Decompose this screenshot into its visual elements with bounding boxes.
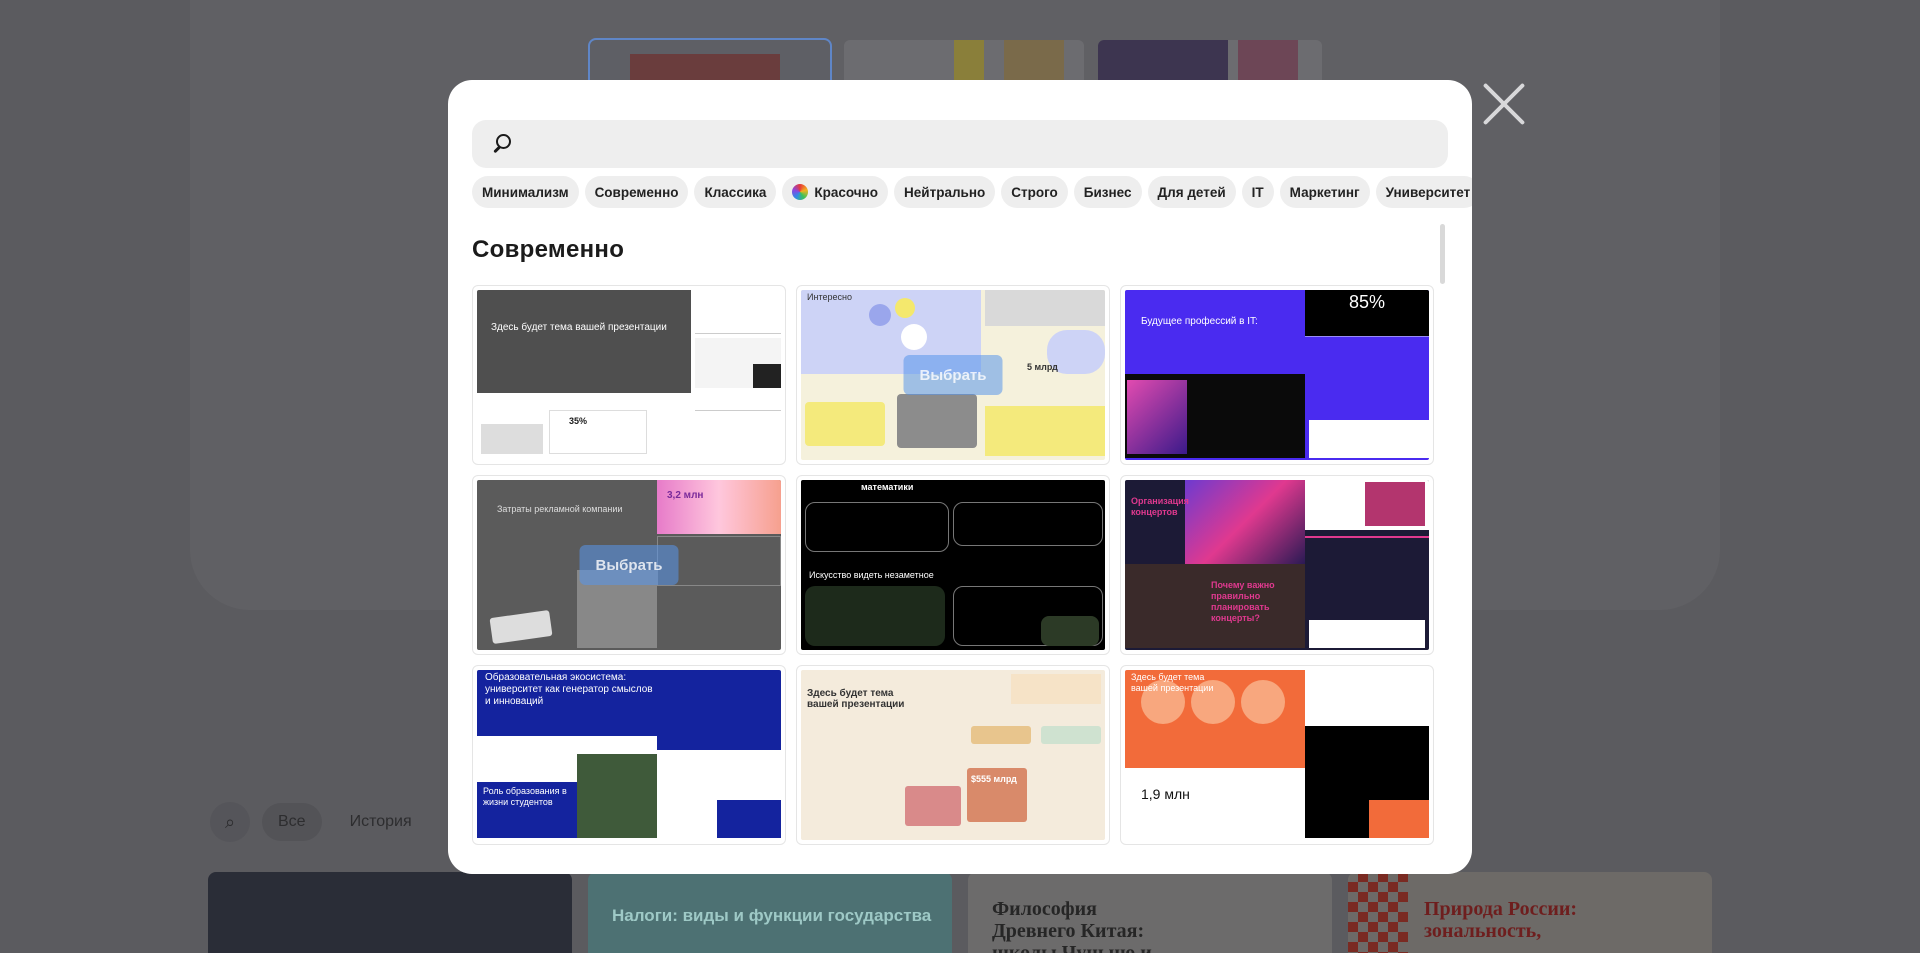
background-presentation-card: Природа России: зональность, [1348, 872, 1712, 953]
choose-template-button[interactable]: Выбрать [579, 545, 679, 585]
template-card[interactable]: математики Искусство видеть незаметное [796, 475, 1110, 655]
chip-colorful[interactable]: Красочно [782, 176, 889, 208]
template-stat: Роль образования в жизни студентов [483, 786, 567, 807]
template-stat: 1,9 млн [1141, 786, 1190, 802]
template-stat: 35% [569, 416, 588, 426]
template-title: Здесь будет тема вашей презентации [807, 688, 905, 710]
template-title: Затраты рекламной компании [497, 504, 623, 514]
template-thumbnail: Организация концертов Почему важно прави… [1125, 480, 1429, 650]
search-input[interactable] [514, 120, 1448, 168]
search-bar [472, 120, 1448, 168]
template-thumbnail: математики Искусство видеть незаметное [801, 480, 1105, 650]
background-presentation-card: Налоги: виды и функции государства [588, 872, 952, 953]
chip-classic[interactable]: Классика [694, 176, 777, 208]
template-stat: 3,2 млн [667, 490, 704, 501]
template-title: Здесь будет тема вашей презентации [491, 322, 667, 333]
search-icon [492, 133, 514, 155]
background-presentation-card [208, 872, 572, 953]
template-title: математики [861, 482, 914, 492]
template-stat: 5 млрд [1027, 362, 1058, 372]
template-card[interactable]: Затраты рекламной компании 3,2 млн Выбра… [472, 475, 786, 655]
background-presentation-card: Философия Древнего Китая: школы Чуньцю и [968, 872, 1332, 953]
template-stat: $555 млрд [971, 774, 1017, 784]
color-wheel-icon [792, 184, 809, 200]
checker-pattern [1348, 872, 1408, 953]
scrollbar-thumb[interactable] [1440, 224, 1445, 284]
chip-kids[interactable]: Для детей [1147, 176, 1236, 208]
template-stat: Искусство видеть незаметное [809, 570, 934, 580]
background-presentation-list: Налоги: виды и функции государства Филос… [208, 872, 1712, 953]
background-card-title: Природа России: зональность, [1424, 898, 1578, 942]
template-thumbnail: Интересно 5 млрд Выбрать [801, 290, 1105, 460]
template-title: Здесь будет тема вашей презентации [1131, 672, 1214, 693]
background-card-title: Философия Древнего Китая: школы Чуньцю и [992, 898, 1152, 953]
template-picker-modal: Минимализм Современно Классика Красочно … [448, 80, 1472, 874]
template-card[interactable]: Здесь будет тема вашей презентации 1,9 м… [1120, 665, 1434, 845]
template-thumbnail: Затраты рекламной компании 3,2 млн Выбра… [477, 480, 781, 650]
chip-modern[interactable]: Современно [584, 176, 689, 208]
template-title: Интересно [807, 292, 852, 302]
chip-strict[interactable]: Строго [1001, 176, 1068, 208]
chip-marketing[interactable]: Маркетинг [1279, 176, 1370, 208]
choose-template-button[interactable]: Выбрать [903, 355, 1003, 395]
style-filter-chips: Минимализм Современно Классика Красочно … [472, 176, 1472, 208]
template-grid: Здесь будет тема вашей презентации 35% И… [472, 285, 1434, 845]
template-thumbnail: Образовательная экосистема: университет … [477, 670, 781, 840]
background-tab-history: История [349, 813, 412, 830]
template-card[interactable]: Будущее профессий в IT: 85% [1120, 285, 1434, 465]
template-card[interactable]: Образовательная экосистема: университет … [472, 665, 786, 845]
template-stat: Почему важно правильно планировать конце… [1211, 580, 1275, 623]
chip-university[interactable]: Университет [1375, 176, 1472, 208]
template-thumbnail: Здесь будет тема вашей презентации 1,9 м… [1125, 670, 1429, 840]
template-card[interactable]: Здесь будет тема вашей презентации $555 … [796, 665, 1110, 845]
background-search-icon: ⌕ [210, 802, 250, 842]
background-filter-bar: ⌕ Все История [210, 802, 428, 842]
template-stat: 85% [1349, 292, 1386, 312]
background-card-title: Налоги: виды и функции государства [612, 906, 932, 925]
template-thumbnail: Здесь будет тема вашей презентации $555 … [801, 670, 1105, 840]
template-card[interactable]: Организация концертов Почему важно прави… [1120, 475, 1434, 655]
template-thumbnail: Здесь будет тема вашей презентации 35% [477, 290, 781, 460]
section-title: Современно [472, 236, 625, 263]
template-thumbnail: Будущее профессий в IT: 85% [1125, 290, 1429, 460]
chip-minimalism[interactable]: Минимализм [472, 176, 579, 208]
template-title: Организация концертов [1131, 496, 1189, 517]
template-card[interactable]: Интересно 5 млрд Выбрать [796, 285, 1110, 465]
template-card[interactable]: Здесь будет тема вашей презентации 35% [472, 285, 786, 465]
template-title: Будущее профессий в IT: [1141, 316, 1258, 327]
chip-neutral[interactable]: Нейтрально [894, 176, 996, 208]
close-modal-button[interactable] [1480, 80, 1528, 128]
background-tab-all: Все [262, 803, 322, 841]
chip-it[interactable]: IT [1241, 176, 1274, 208]
template-title: Образовательная экосистема: университет … [485, 672, 653, 707]
chip-business[interactable]: Бизнес [1073, 176, 1142, 208]
